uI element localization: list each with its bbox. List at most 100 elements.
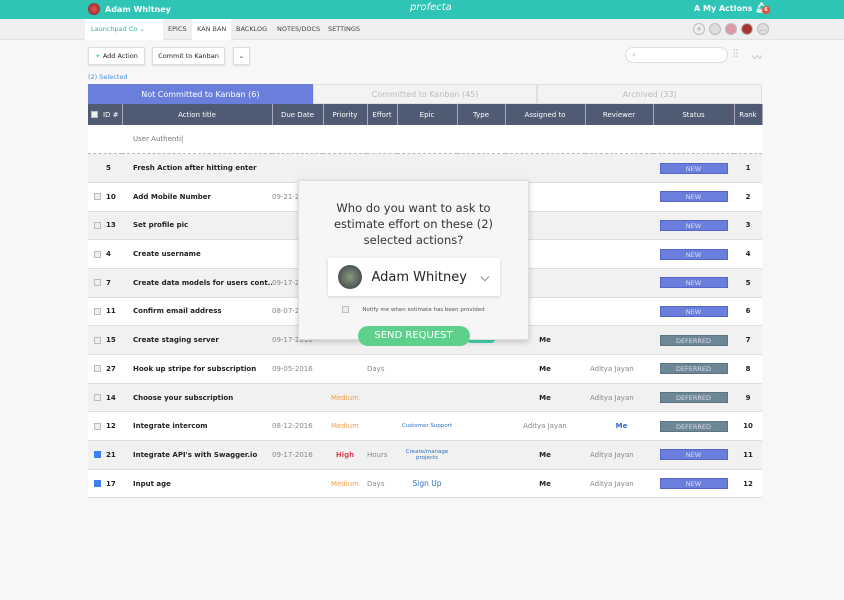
- status-badge[interactable]: NEW: [659, 162, 728, 174]
- tab-kanban[interactable]: KAN BAN: [192, 19, 232, 40]
- action-title[interactable]: Hook up stripe for subscription: [122, 354, 272, 384]
- effort: Days: [367, 354, 397, 384]
- commit-to-kanban-button[interactable]: Commit to Kanban: [152, 47, 225, 65]
- table-row[interactable]: 14 Choose your subscription Medium Me Ad…: [88, 383, 762, 413]
- column-header[interactable]: Epic: [397, 104, 458, 125]
- column-header[interactable]: Rank: [734, 104, 763, 125]
- row-checkbox[interactable]: [94, 221, 101, 229]
- reviewer: [585, 153, 653, 183]
- new-action-input[interactable]: User Authenti|: [122, 125, 762, 155]
- avatar[interactable]: [741, 23, 753, 35]
- column-header[interactable]: Type: [457, 104, 506, 125]
- column-header[interactable]: Priority: [323, 104, 368, 125]
- row-checkbox[interactable]: [94, 307, 101, 315]
- column-header[interactable]: ID #: [88, 104, 123, 125]
- action-title[interactable]: Integrate intercom: [122, 411, 272, 442]
- status-badge[interactable]: DEFERRED: [659, 420, 728, 432]
- status-badge[interactable]: NEW: [659, 248, 728, 260]
- row-checkbox[interactable]: [94, 365, 101, 373]
- status-badge[interactable]: NEW: [659, 305, 728, 317]
- rank: 8: [734, 354, 762, 384]
- tab-archived[interactable]: Archived (33): [537, 84, 763, 104]
- row-id: 15: [106, 336, 116, 345]
- action-title[interactable]: Create staging server: [122, 325, 272, 355]
- avatar[interactable]: [709, 23, 721, 35]
- status-badge[interactable]: NEW: [659, 478, 728, 490]
- user-menu[interactable]: Adam Whitney: [88, 3, 171, 15]
- action-title[interactable]: Integrate API's with Swagger.io: [122, 440, 272, 470]
- add-member-icon[interactable]: +: [693, 23, 705, 35]
- action-title[interactable]: Create data models for users cont...: [122, 268, 272, 298]
- action-title[interactable]: Create username: [122, 239, 272, 269]
- column-header[interactable]: Effort: [367, 104, 398, 125]
- epic-link[interactable]: [397, 354, 457, 384]
- column-header[interactable]: Assigned to: [505, 104, 586, 125]
- project-selector[interactable]: Launchpad Co ⌄: [85, 19, 163, 40]
- epic-link[interactable]: Customer Support: [397, 411, 457, 442]
- status-badge[interactable]: DEFERRED: [659, 392, 728, 404]
- column-header[interactable]: Action title: [122, 104, 273, 125]
- send-request-button[interactable]: SEND REQUEST: [357, 326, 470, 346]
- row-checkbox[interactable]: [94, 451, 101, 459]
- row-checkbox[interactable]: [94, 193, 101, 201]
- table-row[interactable]: 5 Fresh Action after hitting enter NEW 1: [88, 153, 762, 183]
- status-badge[interactable]: NEW: [659, 191, 728, 203]
- more-icon[interactable]: …: [757, 23, 769, 35]
- filter-icon[interactable]: ⫶⫶: [733, 49, 738, 60]
- table-row[interactable]: 21 Integrate API's with Swagger.io 09-17…: [88, 440, 762, 470]
- reviewer: Aditya Jayan: [585, 383, 653, 413]
- kanban-tabs: Not Committed to Kanban (6) Committed to…: [88, 84, 763, 104]
- table-row[interactable]: 12 Integrate intercom 08-12-2016 Medium …: [88, 411, 762, 442]
- top-bar: Adam Whitney profecta A My Actions 🔔︎6: [0, 0, 844, 19]
- action-title[interactable]: Choose your subscription: [122, 383, 272, 413]
- notifications-button[interactable]: 🔔︎6: [755, 3, 770, 14]
- more-options-button[interactable]: ⌄: [233, 47, 250, 65]
- row-id: 14: [106, 393, 116, 402]
- epic-link[interactable]: [397, 153, 457, 183]
- tab-notes[interactable]: NOTES/DOCS: [277, 19, 320, 40]
- rank: 12: [734, 469, 762, 499]
- status-badge[interactable]: NEW: [659, 449, 728, 461]
- row-id: 13: [106, 221, 116, 230]
- action-title[interactable]: Add Mobile Number: [122, 182, 272, 212]
- row-checkbox[interactable]: [94, 394, 101, 402]
- tab-backlog[interactable]: BACKLOG: [236, 19, 267, 40]
- column-header[interactable]: Due Date: [272, 104, 324, 125]
- status-badge[interactable]: NEW: [659, 219, 728, 231]
- status-badge[interactable]: DEFERRED: [659, 334, 728, 346]
- reviewer: [585, 239, 653, 269]
- column-header[interactable]: Reviewer: [585, 104, 654, 125]
- search-icon: ⌕: [632, 51, 636, 59]
- status-badge[interactable]: DEFERRED: [659, 363, 728, 375]
- tab-settings[interactable]: SETTINGS: [328, 19, 360, 40]
- status-badge[interactable]: NEW: [659, 277, 728, 289]
- chart-icon[interactable]: 〰: [752, 49, 762, 64]
- action-title[interactable]: Set profile pic: [122, 211, 272, 241]
- add-action-button[interactable]: + Add Action: [88, 47, 145, 65]
- action-title[interactable]: Confirm email address: [122, 297, 272, 327]
- action-title[interactable]: Input age: [122, 469, 272, 499]
- tab-not-committed[interactable]: Not Committed to Kanban (6): [88, 84, 313, 104]
- row-checkbox[interactable]: [94, 250, 101, 258]
- table-row[interactable]: 27 Hook up stripe for subscription 09-05…: [88, 354, 762, 384]
- column-header[interactable]: Status: [653, 104, 735, 125]
- search-input[interactable]: ⌕: [625, 47, 728, 63]
- epic-link[interactable]: [397, 383, 457, 413]
- table-row[interactable]: 17 Input age Medium Days Sign Up Me Adit…: [88, 469, 762, 499]
- epic-link[interactable]: Create/manage projects: [397, 440, 457, 470]
- avatar[interactable]: [725, 23, 737, 35]
- action-title[interactable]: Fresh Action after hitting enter: [122, 153, 272, 183]
- row-checkbox[interactable]: [94, 279, 101, 287]
- select-all-checkbox[interactable]: [90, 111, 98, 118]
- notify-checkbox[interactable]: [342, 306, 350, 313]
- tab-epics[interactable]: EPICS: [168, 19, 187, 40]
- row-checkbox[interactable]: [94, 480, 101, 488]
- row-checkbox[interactable]: [94, 336, 101, 344]
- row-checkbox[interactable]: [94, 422, 101, 430]
- epic-link[interactable]: Sign Up: [397, 469, 457, 499]
- tab-committed[interactable]: Committed to Kanban (45): [312, 84, 538, 104]
- assignee-dropdown[interactable]: Adam Whitney ⌵: [327, 258, 500, 296]
- my-actions-link[interactable]: A My Actions: [694, 4, 752, 13]
- modal-question: Who do you want to ask to estimate effor…: [333, 201, 494, 247]
- effort: [367, 153, 397, 183]
